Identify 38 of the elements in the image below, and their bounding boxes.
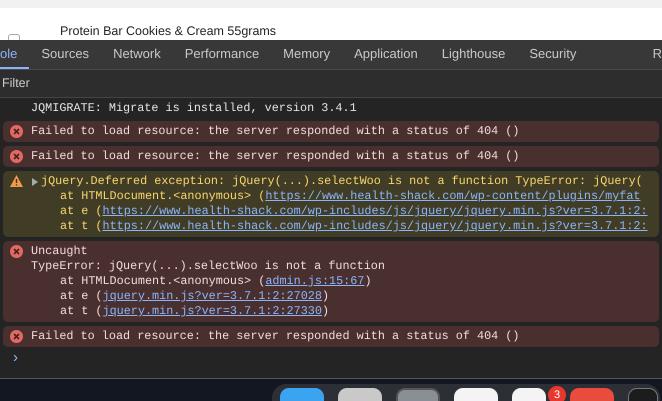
warning-icon (10, 175, 23, 187)
stack-frame: at t ( (60, 304, 102, 319)
prompt-caret: › (11, 350, 20, 367)
console-message: Failed to load resource: the server responded with a status of 404 () (31, 149, 520, 164)
devtools-tab[interactable]: Lighthouse (430, 40, 518, 69)
devtools-tab[interactable]: R (640, 40, 662, 69)
devtools-tab[interactable]: Performance (172, 40, 272, 69)
stack-frame-end: ) (322, 304, 330, 319)
stack-frame-end: ) (322, 289, 330, 304)
error-icon (10, 330, 23, 343)
stack-frame: at e ( (60, 289, 102, 304)
stack-frame: at t ( (60, 219, 102, 234)
stack-frame: at HTMLDocument.<anonymous> ( (60, 189, 266, 204)
devtools-tab[interactable]: Network (101, 40, 173, 69)
stack-frame-end: ) (364, 274, 372, 289)
devtools-tab[interactable]: Sources (29, 40, 102, 69)
source-link[interactable]: jquery.min.js?ver=3.7.1:2:27330 (102, 304, 322, 319)
source-link[interactable]: https://www.health-shack.com/wp-content/plugins/myfat (265, 189, 641, 204)
source-link[interactable]: https://www.health-shack.com/wp-includes/js/jquery/jquery.min.js?ver=3.7.1:2: (102, 219, 648, 234)
source-link[interactable]: admin.js:15:67 (265, 274, 364, 289)
stack-frame: at e ( (60, 204, 102, 219)
error-message: TypeError: jQuery(...).selectWoo is not a function (31, 259, 385, 274)
devtools-tab[interactable]: Security (517, 40, 588, 69)
console-message: JQMIGRATE: Migrate is installed, version 3.4.1 (31, 101, 357, 116)
console-message: jQuery.Deferred exception: jQuery(...).selectWoo is not a function TypeError: jQuery( (41, 174, 643, 189)
stack-frame: at HTMLDocument.<anonymous> ( (60, 274, 266, 289)
caret-icon[interactable] (31, 178, 38, 186)
product-title: Protein Bar Cookies & Cream 55grams (60, 24, 276, 39)
devtools-tab[interactable]: Memory (271, 40, 342, 69)
console-message: Failed to load resource: the server responded with a status of 404 () (31, 124, 520, 139)
console-message: Failed to load resource: the server responded with a status of 404 () (31, 329, 520, 344)
devtools-tab[interactable]: Application (342, 40, 430, 69)
source-link[interactable]: jquery.min.js?ver=3.7.1:2:27028 (102, 289, 322, 304)
error-icon (10, 125, 23, 138)
console-message: Uncaught (31, 244, 88, 259)
error-icon (10, 150, 23, 163)
source-link[interactable]: https://www.health-shack.com/wp-includes/js/jquery/jquery.min.js?ver=3.7.1:2: (102, 204, 648, 219)
error-icon (10, 245, 23, 258)
